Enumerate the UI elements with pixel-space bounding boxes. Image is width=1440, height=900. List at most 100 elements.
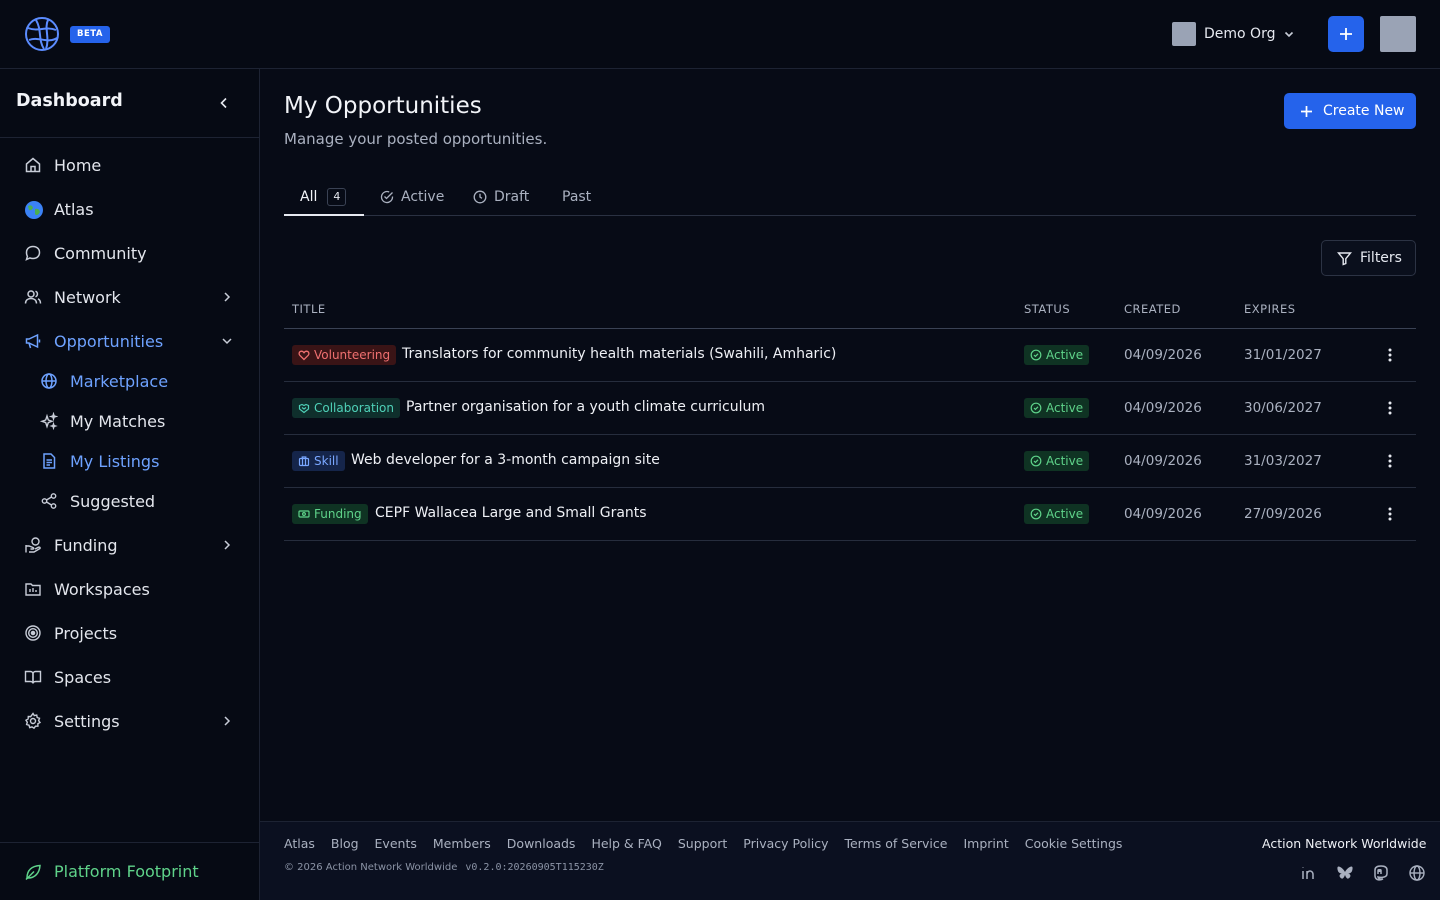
- footer-link-downloads[interactable]: Downloads: [507, 836, 576, 851]
- banknote-icon: [298, 508, 310, 520]
- column-header-expires[interactable]: EXPIRES: [1244, 302, 1296, 316]
- globe-icon: [40, 372, 58, 390]
- footer-link-help[interactable]: Help & FAQ: [591, 836, 661, 851]
- sidebar-item-community[interactable]: Community: [0, 235, 259, 271]
- column-header-status[interactable]: STATUS: [1024, 302, 1070, 316]
- opportunity-title[interactable]: Translators for community health materia…: [402, 346, 836, 362]
- sidebar-item-suggested[interactable]: Suggested: [0, 483, 259, 519]
- category-badge-volunteering: Volunteering: [292, 345, 397, 365]
- table-row[interactable]: Collaboration Partner organisation for a…: [284, 382, 1416, 435]
- sidebar-item-label: My Listings: [70, 451, 160, 471]
- user-avatar[interactable]: [1380, 16, 1416, 52]
- filters-label: Filters: [1360, 250, 1402, 266]
- sidebar-item-label: My Matches: [70, 411, 166, 431]
- sidebar-item-opportunities[interactable]: Opportunities: [0, 323, 259, 359]
- folder-icon: [24, 580, 42, 598]
- tab-label: Past: [562, 188, 592, 205]
- more-actions-icon[interactable]: [1388, 506, 1392, 522]
- tab-label: Active: [401, 188, 445, 205]
- category-label: Collaboration: [314, 401, 394, 415]
- tab-all[interactable]: All 4: [300, 177, 347, 216]
- clock-icon: [473, 190, 487, 204]
- table-row[interactable]: Funding CEPF Wallacea Large and Small Gr…: [284, 488, 1416, 541]
- tab-label: All: [300, 188, 318, 205]
- sidebar-item-atlas[interactable]: Atlas: [0, 191, 259, 227]
- org-switcher[interactable]: Demo Org: [1172, 22, 1295, 46]
- plus-icon: [1300, 105, 1313, 118]
- sidebar-item-label: Projects: [54, 623, 118, 643]
- opportunity-title[interactable]: Partner organisation for a youth climate…: [406, 399, 765, 415]
- status-badge: Active: [1024, 504, 1090, 524]
- more-actions-icon[interactable]: [1388, 400, 1392, 416]
- footer-link-blog[interactable]: Blog: [331, 836, 359, 851]
- footer-link-support[interactable]: Support: [678, 836, 727, 851]
- status-label: Active: [1046, 348, 1084, 362]
- sidebar-item-funding[interactable]: Funding: [0, 527, 259, 563]
- opportunity-title[interactable]: Web developer for a 3-month campaign sit…: [351, 452, 660, 468]
- platform-footprint-link[interactable]: Platform Footprint: [0, 842, 259, 900]
- website-icon[interactable]: [1408, 864, 1426, 882]
- footer-link-cookie-settings[interactable]: Cookie Settings: [1025, 836, 1123, 851]
- column-header-title[interactable]: TITLE: [292, 302, 326, 316]
- sidebar-item-network[interactable]: Network: [0, 279, 259, 315]
- chevron-right-icon: [220, 290, 234, 304]
- footer-link-imprint[interactable]: Imprint: [963, 836, 1008, 851]
- bluesky-icon[interactable]: [1336, 864, 1354, 882]
- sidebar-item-settings[interactable]: Settings: [0, 703, 259, 739]
- mastodon-icon[interactable]: [1372, 864, 1390, 882]
- sidebar-item-my-matches[interactable]: My Matches: [0, 403, 259, 439]
- created-date: 04/09/2026: [1124, 453, 1202, 469]
- more-actions-icon[interactable]: [1388, 347, 1392, 363]
- main-content: My Opportunities Manage your posted oppo…: [260, 69, 1440, 821]
- active-tab-indicator: [284, 214, 364, 216]
- filters-button[interactable]: Filters: [1321, 240, 1416, 276]
- more-actions-icon[interactable]: [1388, 453, 1392, 469]
- opportunity-title[interactable]: CEPF Wallacea Large and Small Grants: [375, 505, 647, 521]
- tab-past[interactable]: Past: [562, 177, 591, 216]
- filter-icon: [1337, 251, 1352, 266]
- megaphone-icon: [24, 332, 42, 350]
- tab-label: Draft: [494, 188, 530, 205]
- copyright: © 2026 Action Network Worldwide v0.2.0:20…: [284, 862, 604, 873]
- leaf-icon: [24, 863, 42, 881]
- expires-date: 31/01/2027: [1244, 347, 1322, 363]
- briefcase-icon: [298, 455, 310, 467]
- sidebar-item-spaces[interactable]: Spaces: [0, 659, 259, 695]
- footer-link-events[interactable]: Events: [375, 836, 417, 851]
- sidebar-header: Dashboard: [0, 69, 259, 138]
- sidebar-item-workspaces[interactable]: Workspaces: [0, 571, 259, 607]
- org-avatar: [1172, 22, 1196, 46]
- sidebar-item-projects[interactable]: Projects: [0, 615, 259, 651]
- app-logo[interactable]: [24, 16, 60, 52]
- sidebar-item-marketplace[interactable]: Marketplace: [0, 363, 259, 399]
- category-badge-collaboration: Collaboration: [292, 398, 400, 418]
- category-badge-skill: Skill: [292, 451, 345, 471]
- plus-icon: [1339, 27, 1353, 41]
- chevron-right-icon: [220, 538, 234, 552]
- footer-link-members[interactable]: Members: [433, 836, 491, 851]
- footer-link-privacy[interactable]: Privacy Policy: [743, 836, 828, 851]
- sidebar-item-label: Workspaces: [54, 579, 150, 599]
- table-row[interactable]: Skill Web developer for a 3-month campai…: [284, 435, 1416, 488]
- footer-link-atlas[interactable]: Atlas: [284, 836, 315, 851]
- column-header-created[interactable]: CREATED: [1124, 302, 1181, 316]
- table-row[interactable]: Volunteering Translators for community h…: [284, 329, 1416, 382]
- sidebar-item-label: Spaces: [54, 667, 112, 687]
- sidebar-item-my-listings[interactable]: My Listings: [0, 443, 259, 479]
- linkedin-icon[interactable]: [1300, 864, 1318, 882]
- sidebar-title: Dashboard: [16, 91, 123, 111]
- quick-add-button[interactable]: [1328, 16, 1364, 52]
- tab-count-badge: 4: [327, 187, 347, 206]
- sidebar-item-home[interactable]: Home: [0, 147, 259, 183]
- collapse-sidebar-icon[interactable]: [216, 95, 232, 111]
- created-date: 04/09/2026: [1124, 400, 1202, 416]
- footer-link-terms[interactable]: Terms of Service: [844, 836, 947, 851]
- tab-draft[interactable]: Draft: [473, 177, 529, 216]
- chevron-down-icon: [220, 334, 234, 348]
- book-open-icon: [24, 668, 42, 686]
- beta-badge: BETA: [70, 26, 111, 43]
- status-badge: Active: [1024, 451, 1090, 471]
- tab-active[interactable]: Active: [380, 177, 444, 216]
- copyright-text: © 2026 Action Network Worldwide: [284, 862, 458, 873]
- create-new-button[interactable]: Create New: [1284, 93, 1416, 129]
